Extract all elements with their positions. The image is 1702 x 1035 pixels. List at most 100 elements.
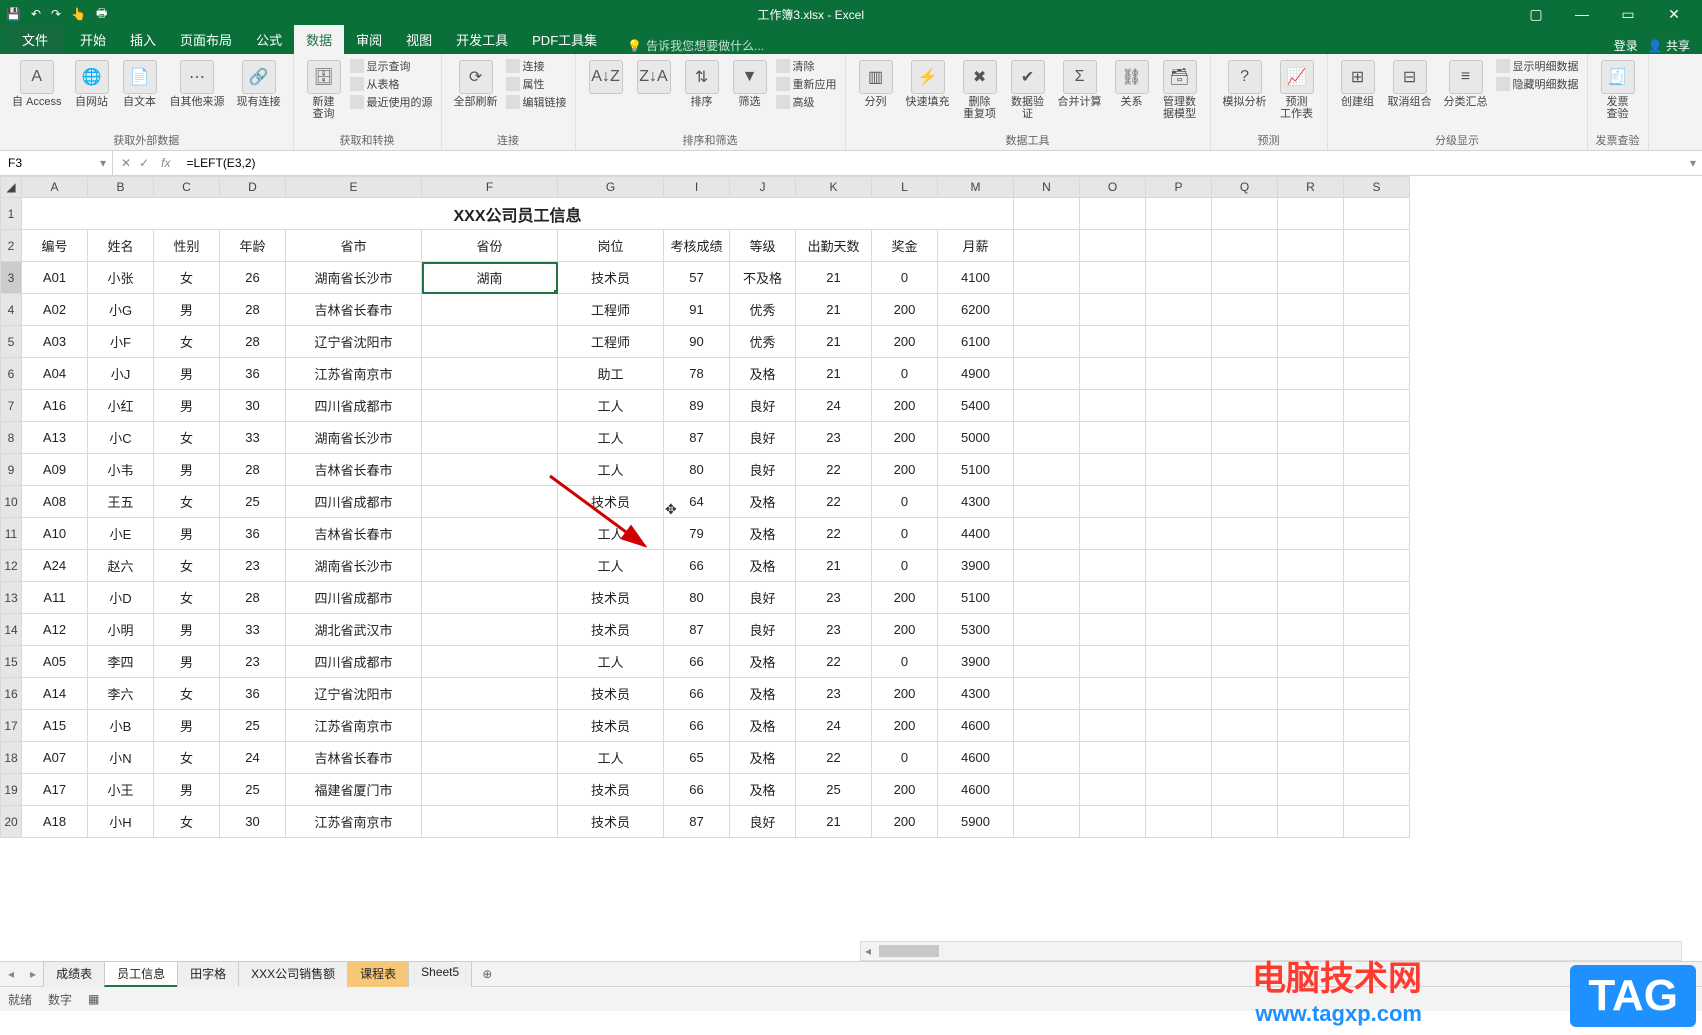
cell[interactable]: A07 — [22, 742, 88, 774]
cell[interactable] — [1014, 550, 1080, 582]
ribbon-button[interactable]: ⊞创建组 — [1336, 58, 1380, 110]
cell[interactable]: 福建省厦门市 — [286, 774, 422, 806]
cell[interactable] — [1278, 614, 1344, 646]
ribbon-mini-button[interactable]: 连接 — [506, 58, 567, 74]
cell[interactable]: 0 — [872, 262, 938, 294]
cell[interactable] — [1278, 678, 1344, 710]
cell[interactable]: 23 — [220, 646, 286, 678]
col-header[interactable]: K — [796, 177, 872, 198]
cell[interactable] — [1278, 262, 1344, 294]
cell[interactable]: 66 — [664, 710, 730, 742]
tab-页面布局[interactable]: 页面布局 — [168, 25, 244, 54]
cell[interactable]: 女 — [154, 806, 220, 838]
cell[interactable]: 四川省成都市 — [286, 646, 422, 678]
cell[interactable] — [1278, 742, 1344, 774]
cell[interactable]: 0 — [872, 646, 938, 678]
cell[interactable]: A17 — [22, 774, 88, 806]
col-header[interactable]: C — [154, 177, 220, 198]
col-header[interactable]: B — [88, 177, 154, 198]
cell[interactable]: A03 — [22, 326, 88, 358]
cell[interactable]: 87 — [664, 806, 730, 838]
redo-icon[interactable]: ↷ — [51, 7, 61, 21]
cell[interactable] — [1080, 198, 1146, 230]
macro-icon[interactable]: ▦ — [88, 992, 99, 1006]
cell[interactable]: 四川省成都市 — [286, 582, 422, 614]
cell[interactable] — [1344, 198, 1410, 230]
cell[interactable] — [1146, 390, 1212, 422]
cell[interactable]: 男 — [154, 774, 220, 806]
cell[interactable] — [1146, 646, 1212, 678]
cell[interactable]: 小H — [88, 806, 154, 838]
cell[interactable] — [1344, 326, 1410, 358]
row-header[interactable]: 17 — [1, 710, 22, 742]
cell[interactable]: 小E — [88, 518, 154, 550]
cell[interactable]: 23 — [796, 614, 872, 646]
cell[interactable] — [1080, 230, 1146, 262]
tab-插入[interactable]: 插入 — [118, 25, 168, 54]
cell[interactable] — [1278, 326, 1344, 358]
cell[interactable]: 及格 — [730, 358, 796, 390]
cell[interactable] — [1344, 582, 1410, 614]
sheet-nav-prev-icon[interactable]: ◂ — [0, 967, 22, 981]
cell[interactable]: 男 — [154, 294, 220, 326]
cell[interactable]: 200 — [872, 582, 938, 614]
cell[interactable] — [1146, 358, 1212, 390]
cell[interactable]: A01 — [22, 262, 88, 294]
cell[interactable]: 80 — [664, 582, 730, 614]
tab-数据[interactable]: 数据 — [294, 25, 344, 54]
cell[interactable]: 30 — [220, 390, 286, 422]
cell[interactable]: 200 — [872, 806, 938, 838]
cell[interactable]: 4100 — [938, 262, 1014, 294]
cell[interactable]: 33 — [220, 614, 286, 646]
cell[interactable] — [1080, 582, 1146, 614]
cell[interactable] — [422, 582, 558, 614]
tab-开发工具[interactable]: 开发工具 — [444, 25, 520, 54]
cell[interactable]: 及格 — [730, 678, 796, 710]
cell[interactable]: 23 — [796, 582, 872, 614]
row-header[interactable]: 1 — [1, 198, 22, 230]
cell[interactable]: 200 — [872, 326, 938, 358]
cell[interactable]: 李六 — [88, 678, 154, 710]
row-header[interactable]: 20 — [1, 806, 22, 838]
cell[interactable]: 25 — [220, 710, 286, 742]
ribbon-mini-button[interactable]: 最近使用的源 — [350, 94, 433, 110]
cell[interactable] — [1014, 294, 1080, 326]
title-cell[interactable]: XXX公司员工信息 — [22, 198, 1014, 230]
ribbon-button[interactable]: Z↓A — [632, 58, 676, 96]
cell[interactable] — [1080, 550, 1146, 582]
cell[interactable] — [1080, 390, 1146, 422]
cell[interactable] — [1014, 358, 1080, 390]
cell[interactable]: A09 — [22, 454, 88, 486]
header-cell[interactable]: 省市 — [286, 230, 422, 262]
cell[interactable]: 28 — [220, 454, 286, 486]
cell[interactable]: 技术员 — [558, 614, 664, 646]
cell[interactable]: 26 — [220, 262, 286, 294]
cell[interactable]: 小G — [88, 294, 154, 326]
cell[interactable]: 4600 — [938, 742, 1014, 774]
col-header[interactable]: S — [1344, 177, 1410, 198]
cell[interactable] — [422, 614, 558, 646]
cell[interactable]: 66 — [664, 774, 730, 806]
cell[interactable] — [1278, 806, 1344, 838]
cell[interactable]: 66 — [664, 646, 730, 678]
cell[interactable] — [1014, 390, 1080, 422]
cell[interactable]: 23 — [796, 678, 872, 710]
cell[interactable] — [1344, 486, 1410, 518]
minimize-button[interactable]: — — [1560, 3, 1604, 25]
header-cell[interactable]: 性别 — [154, 230, 220, 262]
cell[interactable]: 200 — [872, 390, 938, 422]
cell[interactable] — [1146, 294, 1212, 326]
cell[interactable] — [1278, 550, 1344, 582]
ribbon-button[interactable]: ⇅排序 — [680, 58, 724, 110]
cell[interactable]: 江苏省南京市 — [286, 358, 422, 390]
col-header[interactable]: G — [558, 177, 664, 198]
cell[interactable] — [1212, 262, 1278, 294]
cell[interactable]: A24 — [22, 550, 88, 582]
cell[interactable]: A14 — [22, 678, 88, 710]
cell[interactable] — [1146, 550, 1212, 582]
cell[interactable] — [1014, 454, 1080, 486]
cell[interactable] — [1344, 614, 1410, 646]
cell[interactable] — [1080, 486, 1146, 518]
row-header[interactable]: 14 — [1, 614, 22, 646]
ribbon-button[interactable]: ⚡快速填充 — [902, 58, 954, 110]
